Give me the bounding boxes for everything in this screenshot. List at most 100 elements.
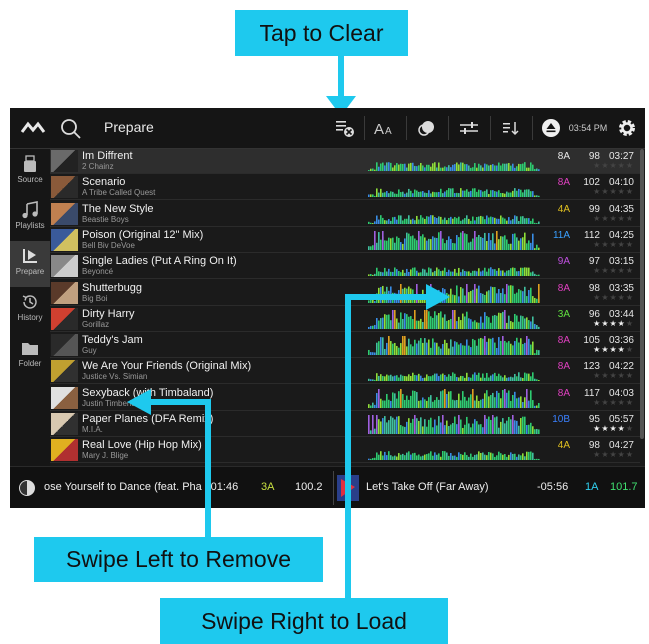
tap-to-clear-arrow [338,56,344,100]
waveform-overview[interactable] [368,414,540,434]
deck-left-artwork-icon [19,480,35,496]
rating-stars[interactable]: ★★★★★ [590,319,634,328]
track-artist: Beastie Boys [82,214,129,224]
swipe-right-arrow-vertical [345,294,351,599]
rating-stars[interactable]: ★★★★★ [590,398,634,407]
rating-stars[interactable]: ★★★★★ [590,240,634,249]
font-size-icon[interactable]: AA [368,108,402,148]
sidebar-item-label: History [17,313,43,322]
rating-stars[interactable]: ★★★★★ [590,293,634,302]
track-title: Teddy's Jam [82,334,143,347]
sidebar: Source Playlists Prepare History Folder [10,149,50,466]
rating-stars[interactable]: ★★★★★ [590,187,634,196]
app-logo-icon[interactable] [20,118,46,138]
track-key: 8A [557,335,570,347]
waveform-overview[interactable] [368,335,540,356]
color-filter-icon[interactable] [410,108,444,148]
album-art [51,360,78,383]
waveform-overview[interactable] [368,388,540,408]
music-note-icon [22,201,38,219]
track-key: 4A [557,440,570,452]
track-row[interactable]: Single Ladies (Put A Ring On It) Beyoncé 9… [50,254,640,280]
waveform-overview[interactable] [368,204,540,224]
waveform-overview[interactable] [368,151,540,171]
track-artist: Big Boi [82,293,108,303]
track-title: Im Diffrent [82,150,133,162]
track-row[interactable]: Scenario A Tribe Called Quest 8A 102 04:10 ★★… [50,175,640,201]
sidebar-item-label: Source [17,175,43,184]
swipe-right-callout: Swipe Right to Load [160,598,448,644]
waveform-overview[interactable] [368,361,540,382]
rating-stars[interactable]: ★★★★★ [590,214,634,223]
track-title: Real Love (Hip Hop Mix) [82,439,202,452]
album-art [51,281,78,304]
track-row[interactable]: Im Diffrent 2 Chainz 8A 98 03:27 ★★★★★ [50,149,640,174]
deck-left-remaining: -01:46 [207,481,239,493]
eject-icon[interactable] [534,108,568,148]
clock: 03:54 PM [568,123,608,133]
track-row[interactable]: Poison (Original 12" Mix) Bell Biv DeVoe 1… [50,227,640,253]
sidebar-item-source[interactable]: Source [10,149,50,195]
swipe-right-arrow-horizontal [345,294,427,300]
track-artist: 2 Chainz [82,162,114,171]
sidebar-item-folder[interactable]: Folder [10,333,50,379]
rating-stars[interactable]: ★★★★★ [590,424,634,433]
sidebar-item-prepare[interactable]: Prepare [10,241,50,287]
album-art [51,202,78,225]
track-key: 10B [552,414,570,425]
rating-stars[interactable]: ★★★★★ [590,345,634,354]
track-title: Poison (Original 12" Mix) [82,228,204,241]
track-key: 8A [557,282,570,294]
prepare-icon [23,249,37,263]
track-key: 4A [557,203,570,215]
filter-sliders-icon[interactable] [452,108,486,148]
scrollbar[interactable] [640,149,644,439]
rating-stars[interactable]: ★★★★★ [590,266,634,275]
rating-stars[interactable]: ★★★★★ [590,450,634,459]
top-bar: Prepare AA 03:54 PM [10,108,645,149]
sidebar-item-label: Prepare [15,267,45,276]
rating-stars[interactable]: ★★★★★ [590,161,634,170]
divider [490,116,491,140]
swipe-left-arrow-horizontal [150,399,211,405]
waveform-overview[interactable] [368,177,540,198]
sort-icon[interactable] [494,108,528,148]
prepare-screen: Prepare AA 03:54 PM Source Playlists Pre… [10,108,645,508]
waveform-overview[interactable] [368,440,540,461]
deck-right-key: 1A [585,481,599,493]
track-row[interactable]: The New Style Beastie Boys 4A 99 04:35 ★★★★★ [50,201,640,227]
swipe-left-callout: Swipe Left to Remove [34,537,323,582]
rating-stars[interactable]: ★★★★★ [590,371,634,380]
track-key: 11A [552,229,570,241]
deck-left-bpm: 100.2 [295,481,323,493]
waveform-overview[interactable] [368,256,540,277]
waveform-overview[interactable] [368,230,540,250]
waveform-overview[interactable] [368,309,540,329]
track-key: 9A [557,256,570,268]
deck-right-bpm: 101.7 [610,481,638,493]
track-artist: Mary J. Blige [82,451,129,461]
clear-list-icon[interactable] [328,108,362,148]
deck-bar: ose Yourself to Dance (feat. Pha -01:46 … [10,466,645,508]
track-artist: M.I.A. [82,425,103,434]
search-icon[interactable] [58,116,84,142]
track-artist: Gorillaz [82,319,110,329]
album-art [51,176,78,199]
history-icon [22,295,37,309]
gear-icon[interactable] [613,108,641,148]
deck-right-title[interactable]: Let's Take Off (Far Away) [366,481,489,493]
swipe-right-arrowhead [426,284,450,310]
track-key: 8A [557,177,570,189]
usb-drive-icon [24,155,36,172]
sidebar-item-label: Playlists [15,221,45,230]
track-title: Scenario [82,176,126,189]
track-key: 8A [557,387,570,399]
deck-left-title[interactable]: ose Yourself to Dance (feat. Pha [44,481,204,493]
folder-icon [22,343,38,355]
album-art [51,386,78,409]
deck-left-key: 3A [261,481,275,493]
sidebar-item-history[interactable]: History [10,287,50,333]
track-artist: Justice Vs. Simian [82,372,148,382]
track-title: Single Ladies (Put A Ring On It) [82,255,237,268]
sidebar-item-playlists[interactable]: Playlists [10,195,50,241]
